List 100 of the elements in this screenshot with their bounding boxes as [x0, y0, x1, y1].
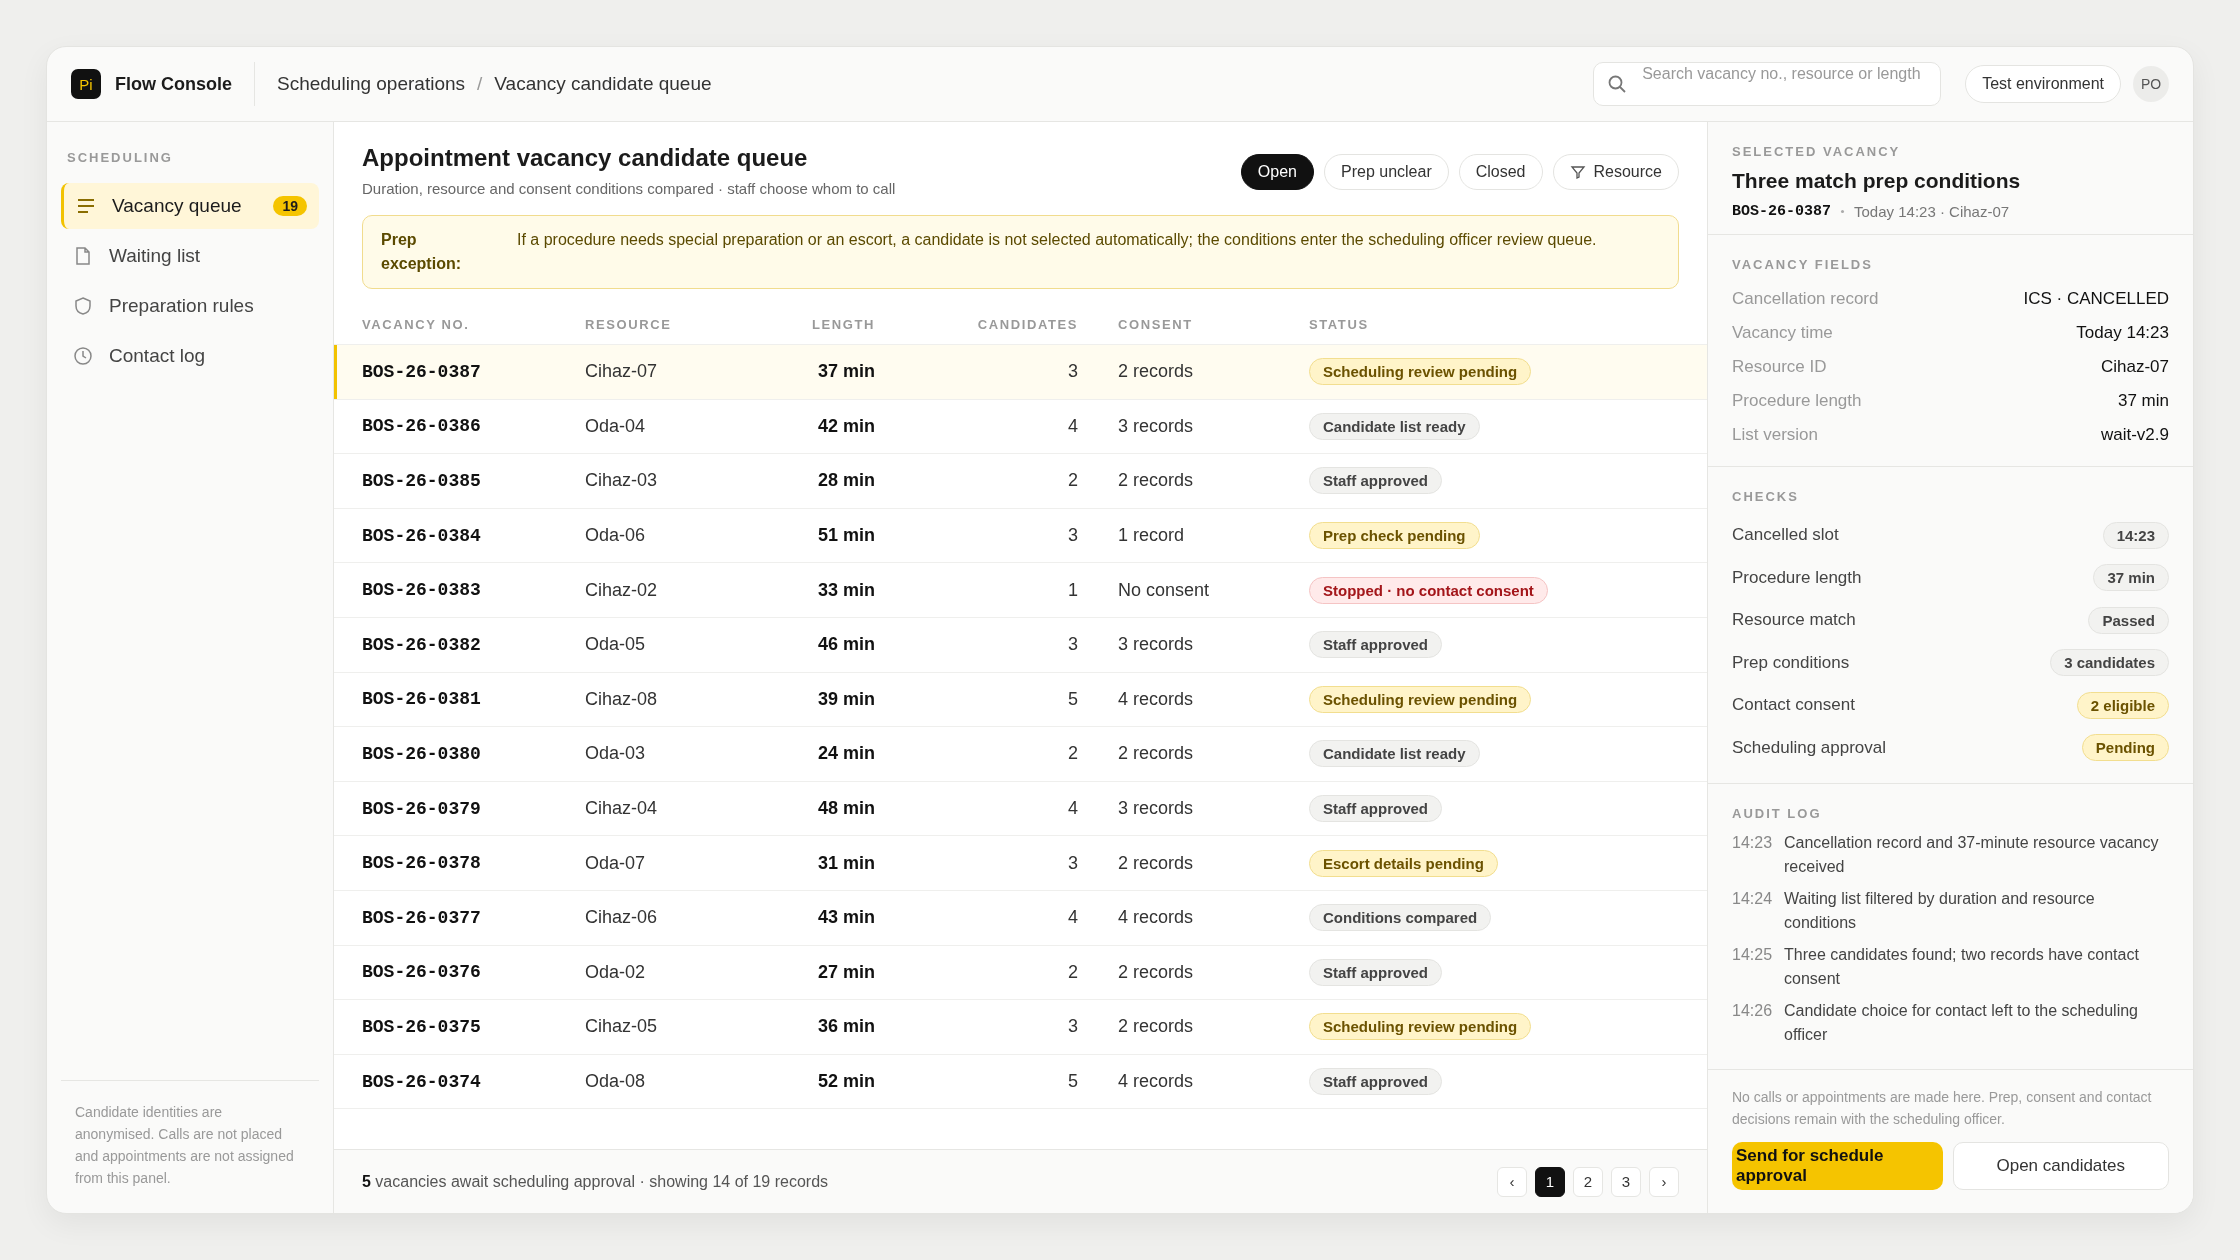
- disclaimer-text: No calls or appointments are made here. Prep, consent and contact decisions remain with the scheduling officer.: [1732, 1088, 2153, 1129]
- open-candidates-button[interactable]: Open candidates: [1952, 1142, 2169, 1190]
- search-field[interactable]: Search vacancy no., resource or length: [1593, 62, 1942, 106]
- sidebar-item[interactable]: Preparation rules: [61, 283, 319, 329]
- table-cell-text: 43 min: [816, 907, 875, 929]
- filter-chip[interactable]: Closed: [1458, 154, 1543, 190]
- table-cell-text: Oda-07: [585, 852, 647, 874]
- table-cell-text: BOS-26-0377: [362, 907, 482, 928]
- table-row[interactable]: BOS-26-0383 Cihaz-02 33 min 1 No consent Stopped · no contact consent: [334, 563, 1707, 618]
- filter-chip[interactable]: Prep unclear: [1324, 154, 1449, 190]
- sidebar-item[interactable]: Waiting list: [61, 233, 319, 279]
- table-row[interactable]: BOS-26-0378 Oda-07 31 min 3 2 records Escort details pending: [334, 836, 1707, 891]
- log-time: 14:24: [1732, 889, 1774, 909]
- field-label: Resource ID: [1732, 357, 1827, 377]
- table-cell-text: 5: [1067, 1071, 1078, 1092]
- table-cell-text: BOS-26-0382: [362, 634, 482, 655]
- table-cell-text: Oda-04: [585, 415, 647, 437]
- table-cell-text: Cihaz-04: [585, 798, 659, 820]
- table-cell-text: 2 records: [1117, 1016, 1195, 1038]
- table-cell-text: 4: [1067, 907, 1078, 929]
- status-badge: Staff approved: [1309, 631, 1442, 659]
- send-approval-button[interactable]: Send for schedule approval: [1732, 1142, 1943, 1190]
- filter-chip[interactable]: Open: [1240, 154, 1314, 190]
- next-page-button[interactable]: ›: [1649, 1166, 1679, 1197]
- table-cell-text: 2 records: [1117, 361, 1195, 383]
- field-label: List version: [1732, 425, 1818, 445]
- filter-chip[interactable]: Resource: [1552, 154, 1679, 190]
- vacancy-meta: Today 14:23 · Cihaz-07: [1854, 203, 2010, 220]
- page-button[interactable]: 2: [1573, 1166, 1603, 1197]
- check-label: Contact consent: [1732, 695, 1855, 716]
- status-badge: Staff approved: [1309, 795, 1442, 823]
- notice-text: If a procedure needs special preparation or an escort, a candidate is not selected automatically; the conditions enter the scheduling officer review queue.: [517, 230, 1598, 250]
- breadcrumb-item[interactable]: Scheduling operations: [277, 73, 466, 95]
- table-cell-text: 2 records: [1117, 470, 1195, 492]
- previous-page-button[interactable]: ‹: [1497, 1166, 1527, 1197]
- column-header: RESOURCE: [585, 317, 673, 332]
- field-value: wait-v2.9: [2100, 425, 2169, 445]
- section-heading: VACANCY FIELDS: [1732, 257, 1874, 272]
- table-cell-text: BOS-26-0379: [362, 798, 482, 819]
- section-heading: AUDIT LOG: [1732, 806, 1823, 821]
- table-cell-text: Oda-03: [585, 743, 647, 765]
- table-cell-text: 4 records: [1117, 1071, 1195, 1092]
- table-row[interactable]: BOS-26-0387 Cihaz-07 37 min 3 2 records Scheduling review pending: [334, 345, 1707, 400]
- field-label: Vacancy time: [1732, 323, 1833, 343]
- user-avatar[interactable]: PO: [2133, 66, 2169, 102]
- field-label: Cancellation record: [1732, 289, 1879, 309]
- status-badge: Prep check pending: [1309, 522, 1480, 550]
- status-badge: Stopped · no contact consent: [1309, 576, 1548, 604]
- environment-button[interactable]: Test environment: [1965, 65, 2121, 103]
- search-icon: [1607, 74, 1628, 94]
- table-cell-text: 24 min: [816, 743, 875, 765]
- table-row[interactable]: BOS-26-0384 Oda-06 51 min 3 1 record Prep check pending: [334, 508, 1707, 564]
- table-cell-text: 2: [1067, 961, 1078, 983]
- table-cell-text: Cihaz-07: [585, 361, 659, 383]
- table-cell-text: BOS-26-0374: [362, 1071, 482, 1092]
- table-row[interactable]: BOS-26-0385 Cihaz-03 28 min 2 2 records Staff approved: [334, 454, 1707, 509]
- sidebar-item[interactable]: Vacancy queue 19: [61, 183, 319, 229]
- table-cell-text: 3: [1067, 852, 1078, 874]
- page-button[interactable]: 3: [1611, 1166, 1641, 1197]
- status-badge: Staff approved: [1309, 467, 1442, 495]
- status-badge: Scheduling review pending: [1309, 685, 1532, 713]
- log-time: 14:26: [1732, 1001, 1774, 1021]
- table-cell-text: Oda-08: [585, 1071, 647, 1092]
- table-cell-text: 4 records: [1117, 688, 1195, 710]
- document-icon: [73, 246, 93, 266]
- table-row[interactable]: BOS-26-0379 Cihaz-04 48 min 4 3 records Staff approved: [334, 781, 1707, 837]
- page-button[interactable]: 1: [1535, 1166, 1565, 1197]
- table-cell-text: Cihaz-02: [585, 579, 659, 601]
- table-cell-text: 3 records: [1117, 634, 1195, 656]
- table-cell-text: 51 min: [816, 525, 875, 547]
- table-row[interactable]: BOS-26-0375 Cihaz-05 36 min 3 2 records Scheduling review pending: [334, 1000, 1707, 1055]
- vacancy-title: Three match prep conditions: [1732, 169, 2022, 193]
- summary-text: 5 vacancies await scheduling approval · showing 14 of 19 records: [362, 1172, 829, 1191]
- column-header: CONSENT: [1117, 317, 1194, 332]
- clock-icon: [73, 346, 93, 366]
- table-row[interactable]: BOS-26-0374 Oda-08 52 min 5 4 records Staff approved: [334, 1054, 1707, 1110]
- table-cell-text: 4: [1067, 415, 1078, 437]
- table-cell-text: Oda-02: [585, 961, 647, 983]
- table-row[interactable]: BOS-26-0382 Oda-05 46 min 3 3 records Staff approved: [334, 617, 1707, 673]
- log-entry: Cancellation record and 37-minute resource vacancy received: [1784, 833, 2160, 877]
- breadcrumb-separator: /: [477, 73, 483, 95]
- table-cell-text: BOS-26-0383: [362, 580, 482, 601]
- table-row[interactable]: BOS-26-0376 Oda-02 27 min 2 2 records Staff approved: [334, 945, 1707, 1001]
- check-label: Procedure length: [1732, 567, 1862, 588]
- section-heading: CHECKS: [1732, 489, 1800, 504]
- table-cell-text: 37 min: [816, 361, 875, 383]
- column-header: STATUS: [1309, 317, 1370, 332]
- table-cell-text: BOS-26-0387: [362, 361, 482, 382]
- table-row[interactable]: BOS-26-0380 Oda-03 24 min 2 2 records Candidate list ready: [334, 727, 1707, 782]
- table-row[interactable]: BOS-26-0386 Oda-04 42 min 4 3 records Candidate list ready: [334, 399, 1707, 455]
- column-header: CANDIDATES: [976, 317, 1078, 332]
- table-row[interactable]: BOS-26-0381 Cihaz-08 39 min 5 4 records Scheduling review pending: [334, 672, 1707, 728]
- table-cell-text: 2 records: [1117, 743, 1195, 765]
- field-value: Today 14:23: [2076, 323, 2169, 343]
- table-row[interactable]: BOS-26-0377 Cihaz-06 43 min 4 4 records Conditions compared: [334, 890, 1707, 946]
- separator-dot: [1841, 210, 1845, 213]
- sidebar-item[interactable]: Contact log: [61, 333, 319, 379]
- check-label: Cancelled slot: [1732, 525, 1839, 546]
- log-entry: Three candidates found; two records have contact consent: [1784, 945, 2140, 989]
- table-cell-text: 2 records: [1117, 852, 1195, 874]
